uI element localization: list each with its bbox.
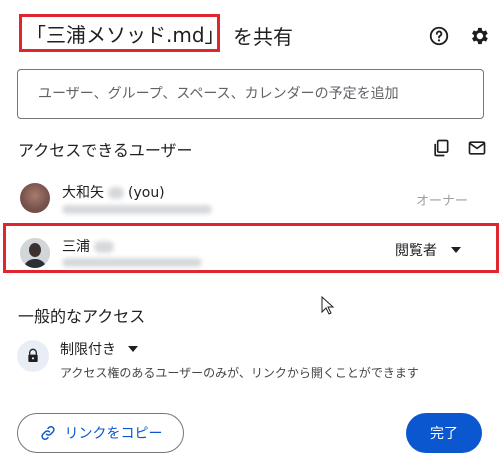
copy-link-button[interactable]: リンクをコピー — [17, 413, 184, 453]
copy-link-label: リンクをコピー — [64, 426, 163, 442]
link-icon — [40, 425, 55, 441]
you-label: (you) — [128, 185, 165, 201]
person-owner-entry: 大和矢 (you) — [62, 182, 165, 202]
mouse-cursor-icon — [321, 296, 335, 315]
avatar-viewer — [20, 238, 50, 268]
owner-role-label: オーナー — [416, 194, 469, 209]
dialog-title-file: 「三浦メソッド.md」 — [26, 22, 225, 47]
person-silhouette-icon — [20, 238, 50, 268]
general-access-dropdown[interactable]: 制限付き — [60, 339, 138, 359]
person-name: 三浦 — [62, 239, 90, 255]
copy-icon — [434, 139, 449, 157]
person-name: 大和矢 — [62, 185, 104, 201]
help-button[interactable] — [427, 24, 451, 48]
file-name-highlight: 「三浦メソッド.md」 — [19, 14, 225, 52]
redacted-email — [62, 205, 212, 214]
mail-icon — [468, 141, 486, 155]
access-level-label: 制限付き — [60, 342, 116, 358]
done-button[interactable]: 完了 — [406, 413, 482, 453]
general-access-heading: 一般的なアクセス — [18, 307, 146, 326]
role-label: 閲覧者 — [395, 243, 437, 259]
lock-badge — [17, 340, 49, 372]
gear-icon — [472, 27, 488, 45]
settings-button[interactable] — [467, 24, 491, 48]
email-people-button[interactable] — [465, 136, 489, 160]
dialog-title-suffix: を共有 — [233, 25, 293, 49]
viewer-role-dropdown[interactable]: 閲覧者 — [395, 240, 461, 260]
people-access-heading: アクセスできるユーザー — [18, 141, 193, 160]
add-people-input[interactable] — [17, 69, 484, 119]
done-label: 完了 — [430, 426, 458, 442]
help-icon — [429, 26, 449, 46]
redacted-name — [94, 241, 114, 253]
redacted-name — [108, 187, 124, 199]
avatar-owner — [20, 183, 50, 213]
chevron-down-icon — [451, 247, 461, 253]
copy-emails-button[interactable] — [429, 136, 453, 160]
chevron-down-icon — [128, 346, 138, 352]
access-description: アクセス権のあるユーザーのみが、リンクから開くことができます — [60, 366, 419, 380]
redacted-email — [62, 258, 202, 267]
lock-icon — [28, 348, 38, 362]
person-viewer-entry: 三浦 — [62, 236, 114, 256]
